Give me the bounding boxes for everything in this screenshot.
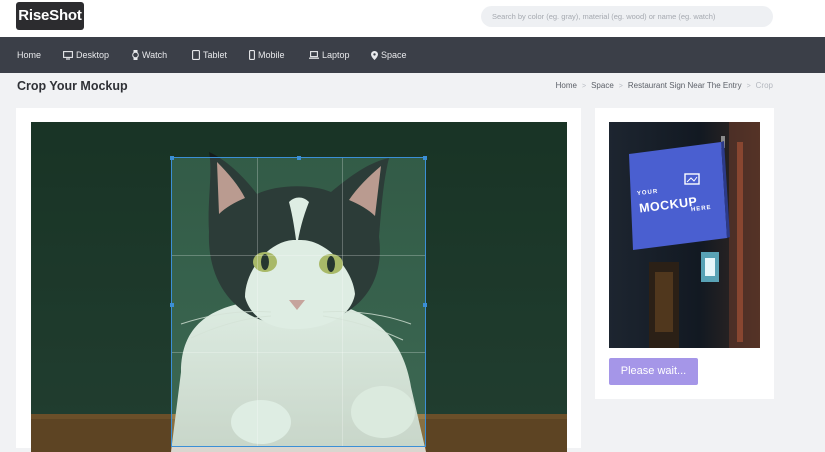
nav-item-space[interactable]: Space: [371, 37, 407, 73]
desktop-icon: [63, 50, 73, 60]
nav-item-label: Watch: [142, 49, 168, 60]
top-header: RiseShot: [0, 0, 825, 37]
nav-item-label: Home: [17, 49, 42, 60]
crop-overlay-top: [31, 122, 567, 157]
crop-handle-left[interactable]: [170, 303, 174, 307]
breadcrumb-separator: >: [618, 83, 623, 90]
crop-overlay-left: [31, 157, 171, 452]
nav-item-label: Mobile: [258, 49, 285, 60]
crop-handle-top[interactable]: [297, 156, 301, 160]
crop-grid-line: [172, 352, 425, 353]
breadcrumb-current: Crop: [755, 81, 773, 90]
nav-item-laptop[interactable]: Laptop: [309, 37, 350, 73]
nav-item-label: Space: [381, 49, 407, 60]
breadcrumb-separator: >: [582, 83, 587, 90]
crop-overlay-right: [426, 157, 567, 452]
crop-grid-line: [172, 255, 425, 256]
nav-item-label: Tablet: [203, 49, 228, 60]
breadcrumb-mockup[interactable]: Restaurant Sign Near The Entry: [628, 81, 742, 90]
nav-item-mobile[interactable]: Mobile: [249, 37, 285, 73]
nav-item-label: Laptop: [322, 49, 350, 60]
crop-handle-right[interactable]: [423, 303, 427, 307]
nav-item-desktop[interactable]: Desktop: [63, 37, 109, 73]
main-nav: Home Desktop Watch Tablet Mobile Laptop: [0, 37, 825, 73]
nav-item-label: Desktop: [76, 49, 110, 60]
nav-item-home[interactable]: Home: [17, 37, 41, 73]
crop-image-area[interactable]: [31, 122, 567, 452]
tablet-icon: [192, 50, 200, 60]
mockup-preview: YOUR MOCKUP HERE: [609, 122, 760, 348]
breadcrumb-separator: >: [746, 83, 751, 90]
crop-handle-top-right[interactable]: [423, 156, 427, 160]
breadcrumb-space[interactable]: Space: [591, 81, 614, 90]
search-input[interactable]: [481, 6, 773, 27]
laptop-icon: [309, 51, 319, 59]
crop-grid-line: [342, 158, 343, 446]
breadcrumb-home[interactable]: Home: [556, 81, 577, 90]
nav-item-watch[interactable]: Watch: [132, 37, 167, 73]
mobile-icon: [249, 50, 255, 60]
nav-item-tablet[interactable]: Tablet: [192, 37, 227, 73]
riseshot-logo[interactable]: RiseShot: [16, 2, 84, 30]
crop-selection-box[interactable]: [170, 156, 427, 447]
restaurant-sign-photo: [609, 122, 760, 348]
page-title: Crop Your Mockup: [17, 79, 128, 93]
crop-grid-line: [257, 158, 258, 446]
please-wait-button[interactable]: Please wait...: [609, 358, 698, 385]
crop-handle-top-left[interactable]: [170, 156, 174, 160]
location-pin-icon: [371, 50, 378, 60]
breadcrumb: Home > Space > Restaurant Sign Near The Entr…: [556, 81, 773, 90]
watch-icon: [132, 50, 139, 60]
panel-footer: [595, 399, 774, 441]
